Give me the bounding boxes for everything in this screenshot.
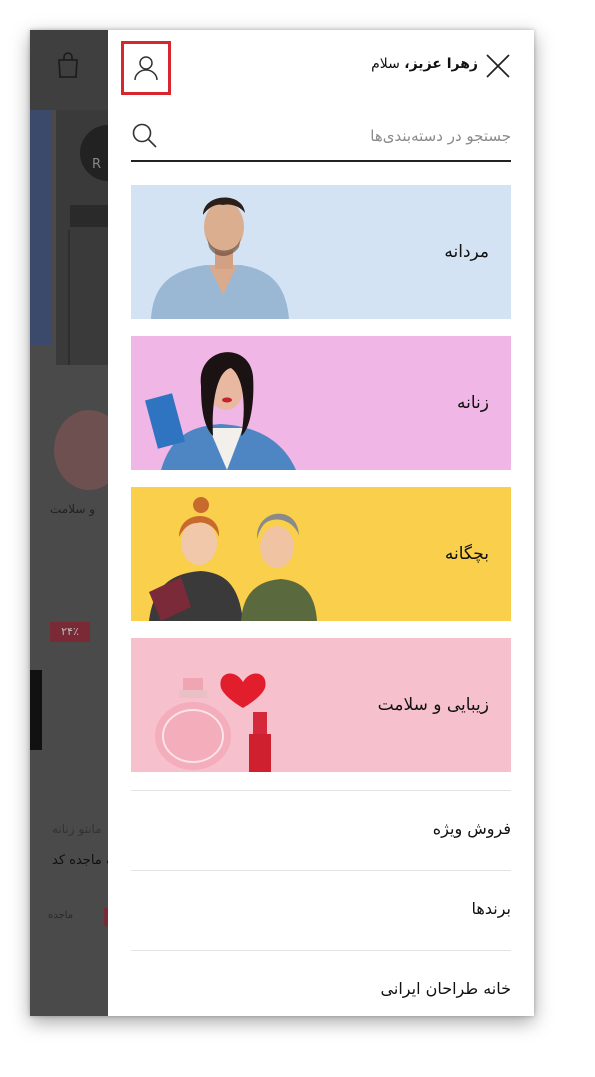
category-label: زیبایی و سلامت: [377, 695, 489, 715]
greeting-name: زهرا عزیز،: [404, 56, 478, 72]
background-banner: [30, 110, 52, 345]
menu-item-label: فروش ویژه: [432, 819, 511, 838]
category-label: زنانه: [457, 393, 489, 413]
background-product-brand: ماجده: [48, 910, 74, 921]
close-button[interactable]: [484, 52, 512, 80]
menu-item-brands[interactable]: برندها: [131, 870, 511, 948]
women-category-image: [131, 336, 321, 470]
background-product-category: مانتو زنانه: [52, 822, 102, 836]
background-page-overlay[interactable]: R و سلامت ۲۴٪ مانتو زنانه مانتو زنانه ما…: [30, 30, 108, 1016]
category-label: مردانه: [444, 242, 489, 262]
background-hanger: [70, 205, 108, 227]
phone-screen: R و سلامت ۲۴٪ مانتو زنانه مانتو زنانه ما…: [30, 30, 534, 1016]
background-discount-badge: ۲۴٪: [50, 622, 90, 642]
background-line: [68, 230, 70, 365]
background-product-image: [30, 670, 42, 750]
kids-category-image: [131, 487, 321, 621]
category-card-women[interactable]: زنانه: [131, 336, 511, 470]
user-profile-button[interactable]: [121, 41, 171, 95]
men-category-image: [131, 185, 321, 319]
close-icon: [486, 54, 510, 78]
menu-item-label: برندها: [471, 899, 511, 918]
background-product-title: مانتو زنانه ماجده کد: [52, 853, 108, 868]
category-card-men[interactable]: مردانه: [131, 185, 511, 319]
category-label: بچگانه: [444, 544, 489, 564]
background-category-circle: [54, 410, 108, 490]
category-search: [131, 114, 511, 162]
category-card-kids[interactable]: بچگانه: [131, 487, 511, 621]
menu-item-iranian-designers[interactable]: خانه طراحان ایرانی: [131, 950, 511, 1016]
beauty-category-image: [131, 638, 321, 772]
shopping-bag-icon: [58, 52, 78, 78]
search-icon[interactable]: [131, 122, 159, 150]
menu-item-special-sale[interactable]: فروش ویژه: [131, 790, 511, 868]
greeting-suffix: سلام: [371, 56, 400, 72]
side-drawer: زهرا عزیز، سلام مردانه: [108, 30, 534, 1016]
background-category-label: و سلامت: [50, 502, 96, 516]
category-search-input[interactable]: [171, 114, 511, 158]
user-icon: [134, 56, 158, 81]
category-card-beauty[interactable]: زیبایی و سلامت: [131, 638, 511, 772]
menu-item-label: خانه طراحان ایرانی: [380, 979, 511, 998]
greeting-text: زهرا عزیز، سلام: [371, 56, 478, 72]
